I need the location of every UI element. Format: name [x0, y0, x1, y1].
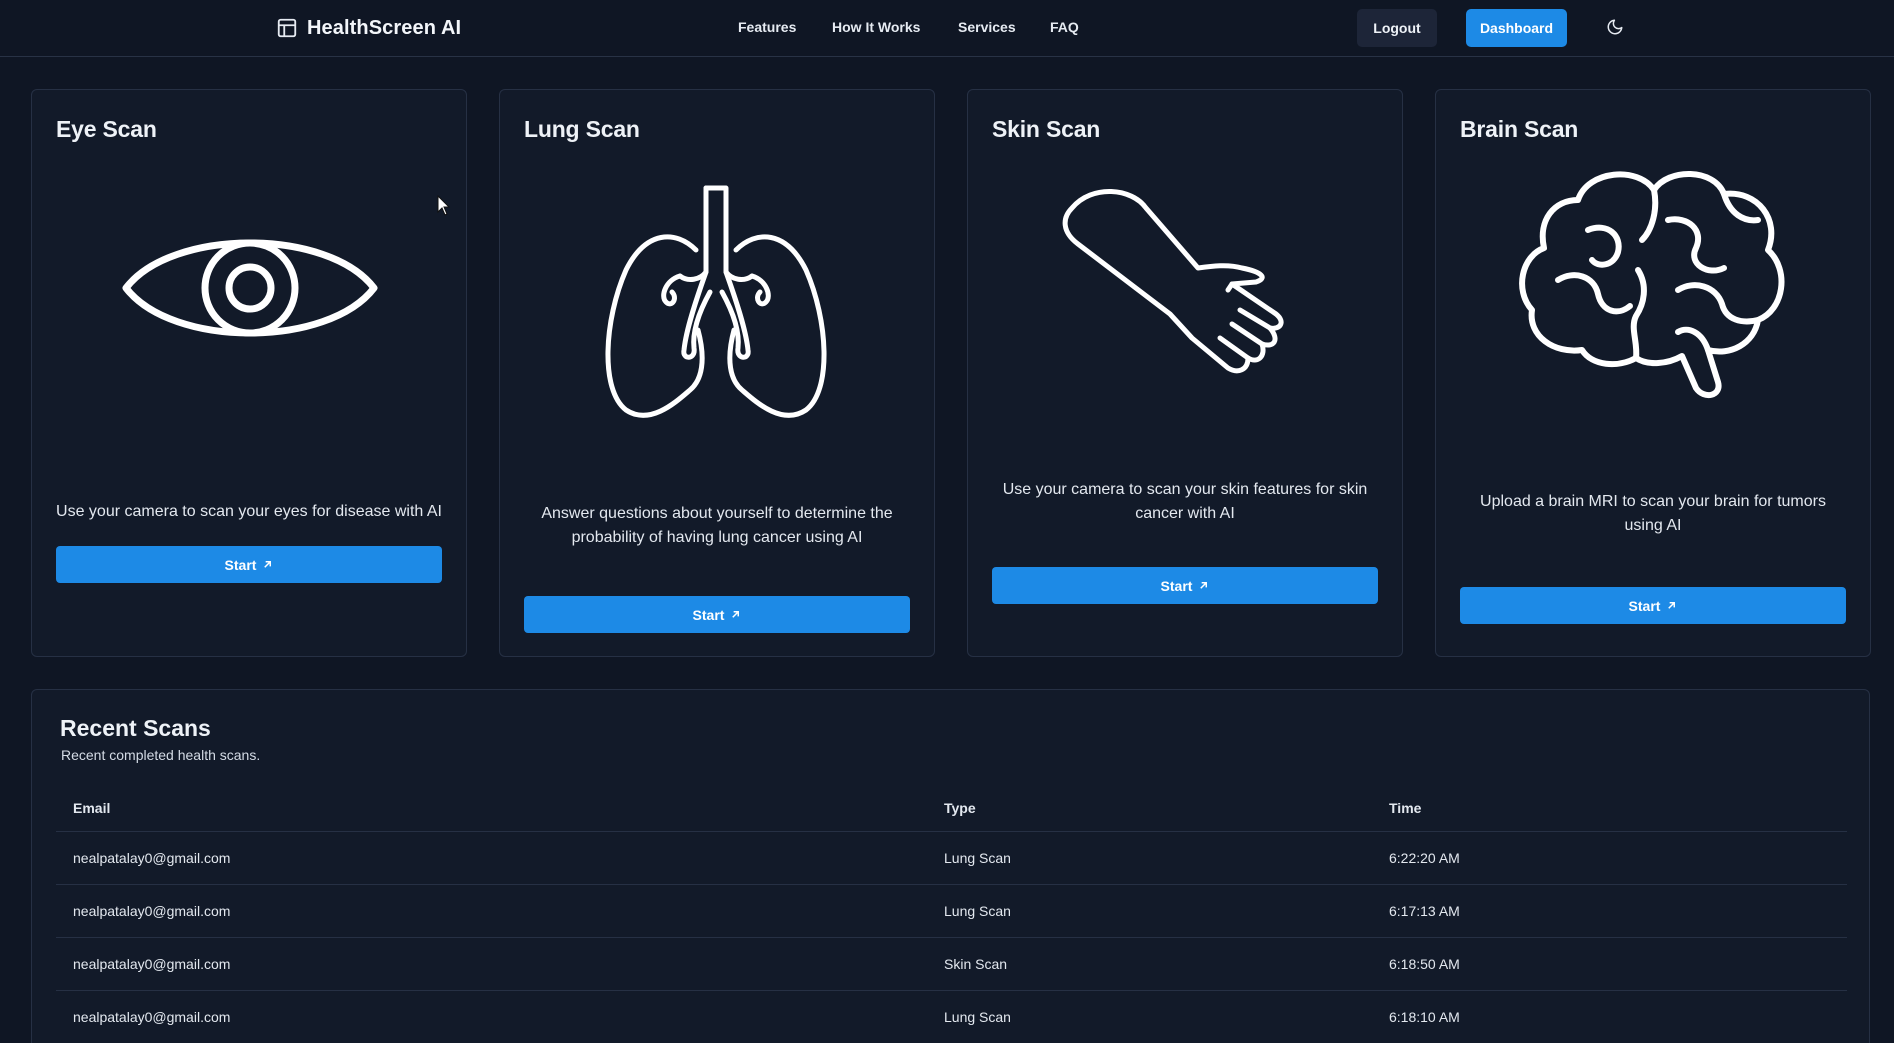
- card-description: Use your camera to scan your eyes for di…: [56, 503, 442, 520]
- card-description: Use your camera to scan your skin featur…: [1002, 481, 1368, 522]
- start-label: Start: [224, 556, 257, 573]
- card-description: Upload a brain MRI to scan your brain fo…: [1480, 493, 1826, 534]
- recent-scans-subtitle: Recent completed health scans.: [61, 747, 261, 763]
- recent-scans-panel: Recent Scans Recent completed health sca…: [31, 689, 1870, 1043]
- card-title: Skin Scan: [992, 116, 1101, 142]
- column-header-type: Type: [944, 799, 976, 816]
- start-label: Start: [1628, 597, 1661, 614]
- brand-name: HealthScreen AI: [307, 16, 462, 39]
- cell-type: Lung Scan: [944, 903, 1011, 919]
- lungs-icon: [605, 185, 827, 418]
- mouse-cursor-icon: [437, 195, 451, 216]
- cell-email: nealpatalay0@gmail.com: [73, 1009, 231, 1025]
- start-button[interactable]: Start: [56, 546, 442, 583]
- start-button[interactable]: Start: [1460, 587, 1846, 624]
- cell-email: nealpatalay0@gmail.com: [73, 903, 231, 919]
- start-label: Start: [1160, 577, 1193, 594]
- nav-services[interactable]: Services: [958, 19, 1016, 35]
- eye-icon: [122, 239, 378, 337]
- arrow-up-right-icon: [1200, 582, 1208, 589]
- card-title: Eye Scan: [56, 116, 157, 142]
- nav-how-it-works[interactable]: How It Works: [832, 19, 920, 35]
- brain-icon: [1519, 171, 1785, 399]
- card-title: Brain Scan: [1460, 116, 1579, 142]
- start-label: Start: [692, 606, 725, 623]
- cell-type: Lung Scan: [944, 850, 1011, 866]
- arrow-up-right-icon: [1668, 602, 1676, 609]
- dashboard-button[interactable]: Dashboard: [1466, 9, 1567, 47]
- card-eye-scan: Eye Scan Use your camera to scan your ey…: [31, 89, 467, 657]
- card-title: Lung Scan: [524, 116, 640, 142]
- arrow-up-right-icon: [732, 611, 740, 618]
- theme-toggle[interactable]: [1604, 16, 1626, 38]
- card-description: Answer questions about yourself to deter…: [541, 505, 893, 546]
- card-lung-scan: Lung Scan Answer questions about yoursel…: [499, 89, 935, 657]
- cell-time: 6:18:50 AM: [1389, 956, 1460, 972]
- start-button[interactable]: Start: [992, 567, 1378, 604]
- start-button[interactable]: Start: [524, 596, 910, 633]
- cell-time: 6:22:20 AM: [1389, 850, 1460, 866]
- table-row[interactable]: nealpatalay0@gmail.com Lung Scan 6:17:13…: [56, 885, 1847, 938]
- cell-email: nealpatalay0@gmail.com: [73, 956, 231, 972]
- recent-scans-title: Recent Scans: [60, 715, 211, 741]
- table-header: Email Type Time: [56, 784, 1847, 832]
- table-row[interactable]: nealpatalay0@gmail.com Skin Scan 6:18:50…: [56, 938, 1847, 991]
- cell-email: nealpatalay0@gmail.com: [73, 850, 231, 866]
- recent-scans-table: Email Type Time nealpatalay0@gmail.com L…: [56, 784, 1847, 1043]
- cell-time: 6:18:10 AM: [1389, 1009, 1460, 1025]
- cell-time: 6:17:13 AM: [1389, 903, 1460, 919]
- moon-icon: [1607, 19, 1623, 35]
- table-row[interactable]: nealpatalay0@gmail.com Lung Scan 6:18:10…: [56, 991, 1847, 1043]
- layout-icon: [277, 18, 297, 38]
- logout-button[interactable]: Logout: [1357, 9, 1437, 47]
- brand[interactable]: HealthScreen AI: [276, 14, 461, 42]
- table-row[interactable]: nealpatalay0@gmail.com Lung Scan 6:22:20…: [56, 832, 1847, 885]
- cell-type: Lung Scan: [944, 1009, 1011, 1025]
- nav-faq[interactable]: FAQ: [1050, 19, 1079, 35]
- card-brain-scan: Brain Scan Upload a brain MRI to scan yo…: [1435, 89, 1871, 657]
- column-header-time: Time: [1389, 799, 1422, 816]
- arrow-up-right-icon: [264, 561, 272, 568]
- top-navbar: HealthScreen AI Features How It Works Se…: [0, 0, 1894, 57]
- nav-features[interactable]: Features: [738, 19, 796, 35]
- cell-type: Skin Scan: [944, 956, 1008, 972]
- arm-icon: [1062, 189, 1284, 374]
- column-header-email: Email: [73, 799, 111, 816]
- card-skin-scan: Skin Scan Use your camera to scan your s…: [967, 89, 1403, 657]
